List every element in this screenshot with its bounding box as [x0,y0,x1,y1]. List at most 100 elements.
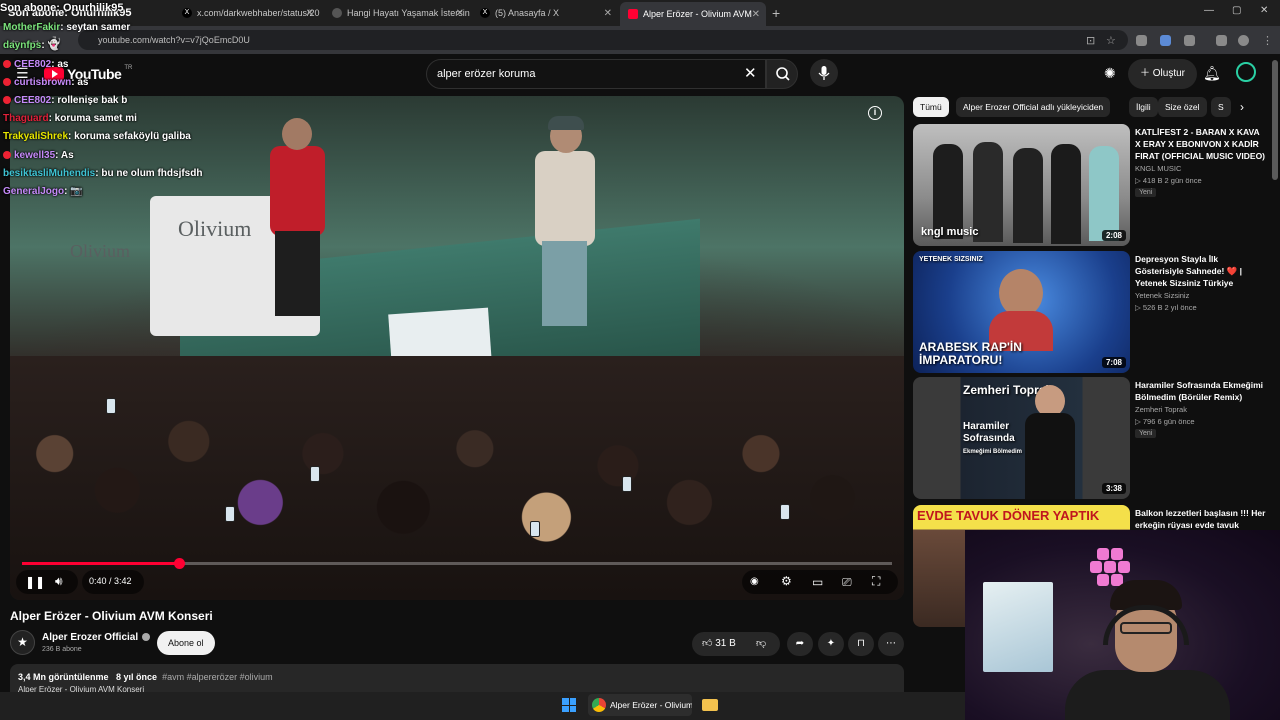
recommendation-title[interactable]: Depresyon Stayla İlk Gösterisiyle Sahned… [1135,253,1267,289]
pause-icon[interactable]: ❚❚ [25,575,45,589]
menu-dots-icon[interactable]: ⋮ [1262,34,1273,47]
share-button[interactable]: ➦ [787,632,813,656]
tab-2[interactable]: X x.com/darkwebhaber/status/20 ✕ [174,3,320,23]
search-button[interactable] [766,59,798,89]
duration-badge: 2:08 [1101,230,1126,241]
video-thumbnail[interactable]: Zemheri Toprak Haramiler Sofrasında Ekme… [913,377,1130,499]
window-close-icon[interactable]: ✕ [1260,5,1268,16]
create-label: Oluştur [1152,68,1186,79]
chat-message: CEE802: as [3,59,68,70]
chip-uploader[interactable]: Alper Erozer Official adlı yükleyiciden [956,97,1111,117]
recommendation-channel[interactable]: KNGL MUSIC [1135,164,1181,173]
like-count: 31 B [715,638,736,649]
profile-avatar[interactable] [1238,35,1249,46]
chip-more[interactable]: S [1211,97,1231,117]
progress-bar[interactable] [22,558,892,569]
tab-4[interactable]: X (5) Anasayfa / X ✕ [472,3,618,23]
chip-related[interactable]: İlgili [1129,97,1158,117]
settings-gear-icon[interactable]: ⚙ [781,574,792,588]
channel-name[interactable]: Alper Erozer Official [42,632,151,643]
sidebar-icon[interactable] [1216,35,1227,46]
hashtags[interactable]: #avm #alpererözer #olivium [162,672,273,682]
minimize-icon[interactable]: — [1204,5,1214,16]
new-tab-button[interactable]: + [772,5,780,21]
recommendation-channel[interactable]: Yetenek Sizsiniz [1135,291,1189,300]
file-explorer-icon[interactable] [702,699,718,711]
channel-avatar[interactable]: ★ [10,630,35,655]
close-icon[interactable]: ✕ [456,8,464,19]
recommendation-item[interactable]: YETENEK SIZSINIZ ARABESK RAP'İN İMPARATO… [913,251,1273,373]
recommendation-title[interactable]: Balkon lezzetleri başlasın !!! Her erkeğ… [1135,507,1267,531]
chat-user: daynfps [3,40,42,51]
hex-light [1097,548,1109,560]
cast-icon[interactable]: ⎚ [842,575,852,590]
notifications-bell-icon[interactable]: 🔔︎ [1203,65,1221,82]
install-icon[interactable]: ⊡ [1086,34,1095,47]
close-icon[interactable]: ✕ [752,9,760,20]
theater-mode-icon[interactable]: ▭ [812,575,823,589]
chat-user: CEE802 [14,59,52,70]
progress-scrubber[interactable] [173,558,185,569]
thumbs-down-icon: 👎︎ [756,638,767,649]
video-thumbnail[interactable]: kngl music 2:08 [913,124,1130,246]
phone [530,521,540,537]
new-badge: Yeni [1135,188,1157,197]
phone [106,398,116,414]
like-dislike-pill: 👍︎ 31 B 👎︎ [692,632,780,656]
ask-ai-button[interactable]: ✦ [818,632,844,656]
close-icon[interactable]: ✕ [306,8,314,19]
maximize-icon[interactable]: ▢ [1232,5,1241,16]
volume-icon[interactable]: 🔊︎ [55,574,63,589]
recommendation-item[interactable]: Zemheri Toprak Haramiler Sofrasında Ekme… [913,377,1273,499]
start-menu-icon[interactable] [562,698,576,712]
recommendation-item[interactable]: kngl music 2:08 KATLİFEST 2 - BARAN X KA… [913,124,1273,246]
recommendation-channel[interactable]: Zemheri Toprak [1135,405,1187,414]
chat-message: GeneralJogo: 📷 [3,186,83,197]
voice-search-button[interactable] [810,59,838,87]
chat-user: TrakyaliShrek [3,131,69,142]
chip-for-you[interactable]: Size özel [1158,97,1207,117]
chat-message: CEE802: rollenişe bak b [3,95,127,106]
extension-icon[interactable] [1136,35,1147,46]
search-input[interactable]: alper erözer koruma [426,59,766,89]
chip-all[interactable]: Tümü [913,97,949,117]
recommendation-title[interactable]: KATLİFEST 2 - BARAN X KAVA X ERAY X EBON… [1135,126,1267,162]
chat-text: : as [51,59,69,70]
dislike-button[interactable]: 👎︎ [756,632,766,656]
save-button[interactable]: ⊓ [848,632,874,656]
extension-icon[interactable] [1160,35,1171,46]
chat-user: CEE802 [14,95,52,106]
chat-user: MotherFakir [3,22,61,33]
bookmark-star-icon[interactable]: ☆ [1106,34,1116,47]
ai-sparkle-icon[interactable]: ✺ [1104,65,1116,82]
extensions-puzzle-icon[interactable] [1184,35,1195,46]
search-icon [776,67,790,81]
clear-search-icon[interactable]: ✕ [744,64,757,82]
background-monitor [983,582,1053,672]
chevron-right-icon[interactable]: › [1240,100,1244,114]
more-actions-button[interactable]: ⋯ [878,632,904,656]
like-button[interactable]: 👍︎ 31 B [702,638,736,649]
chat-badge-icon [3,96,11,105]
taskbar-chrome-button[interactable]: Alper Erözer - Olivium A [588,694,692,716]
description-meta: 3,4 Mn görüntülenme 8 yıl önce #avm #alp… [18,672,273,682]
tab-3[interactable]: Hangi Hayatı Yaşamak İstersin? ✕ [324,3,470,23]
account-avatar[interactable] [1236,62,1256,82]
fullscreen-icon[interactable]: ⛶ [872,574,880,589]
autoplay-toggle-icon[interactable]: ◉ [750,576,759,587]
close-icon[interactable]: ✕ [604,8,612,19]
chat-text: : As [55,150,74,161]
thumbnail-caption: ARABESK RAP'İN İMPARATORU! [919,340,1022,367]
subscribe-button[interactable]: Abone ol [157,631,215,655]
sparkle-icon: ✦ [826,638,836,649]
create-button[interactable]: ＋ Oluştur [1128,59,1198,89]
video-thumbnail[interactable]: YETENEK SIZSINIZ ARABESK RAP'İN İMPARATO… [913,251,1130,373]
info-icon[interactable]: i [868,106,882,120]
hex-light [1104,561,1116,573]
time-display: 0:40 / 3:42 [89,576,132,586]
webcam-overlay [965,530,1280,720]
address-bar[interactable]: youtube.com/watch?v=v7jQoEmcD0U [78,30,1128,50]
recommendation-title[interactable]: Haramiler Sofrasında Ekmeğimi Bölmedim (… [1135,379,1267,403]
tab-active[interactable]: Alper Erözer - Olivium AVM ✕ [620,2,766,26]
share-icon: ➦ [795,638,805,649]
